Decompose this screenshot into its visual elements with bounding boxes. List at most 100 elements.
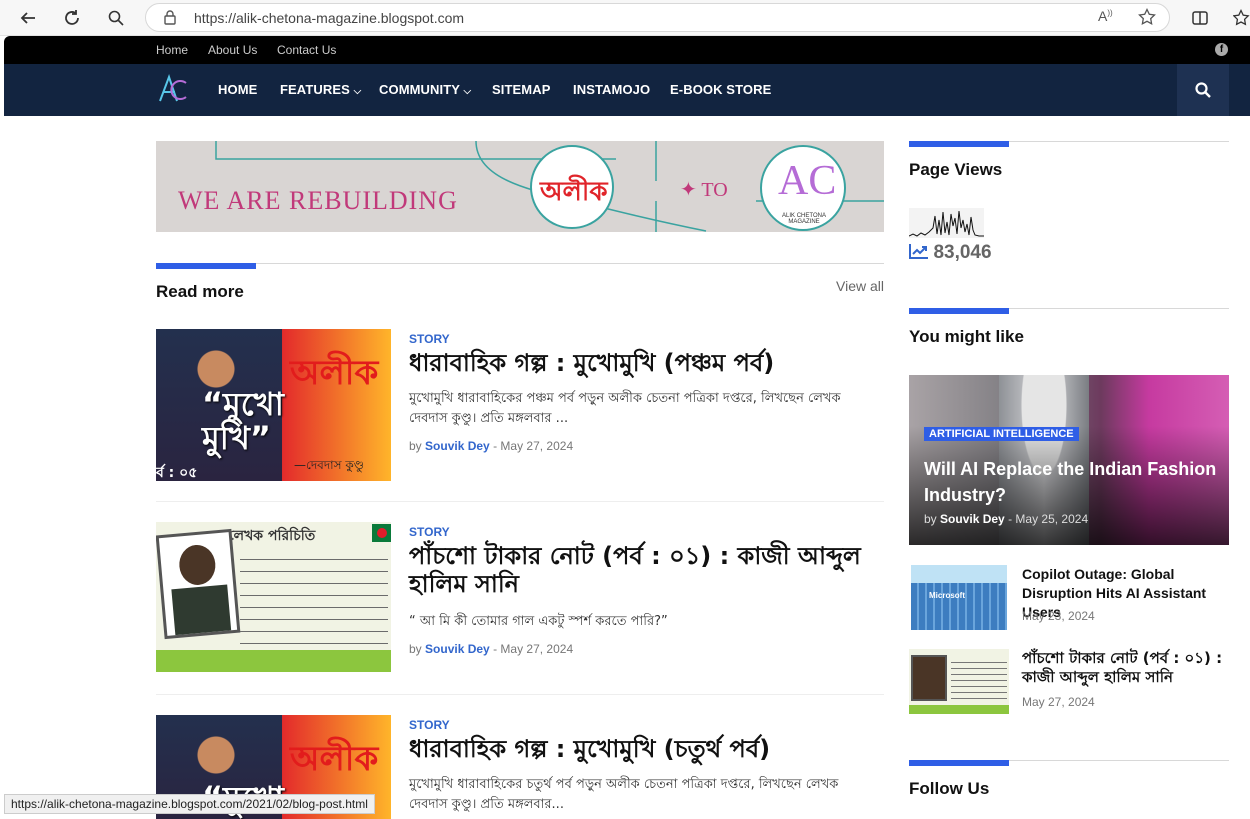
nav-community-label: COMMUNITY bbox=[379, 82, 460, 97]
post-date: May 27, 2024 bbox=[500, 439, 574, 453]
featured-title[interactable]: Will AI Replace the Indian Fashion Indus… bbox=[924, 456, 1219, 508]
thumbnail-author-text: —দেবদাস কুণ্ডু bbox=[294, 458, 364, 472]
banner-text: WE ARE REBUILDING bbox=[178, 186, 458, 215]
related-post-date: May 27, 2024 bbox=[1022, 695, 1095, 709]
related-post-date: May 23, 2024 bbox=[1022, 609, 1095, 623]
post-thumbnail[interactable]: অলীক “মুখো মুখি” —দেবদাস কুণ্ডু র্ব : ০৫ bbox=[156, 329, 391, 481]
post-separator bbox=[156, 694, 884, 695]
topbar-link-home[interactable]: Home bbox=[156, 43, 188, 57]
related-post-item[interactable]: Microsoft Copilot Outage: Global Disrupt… bbox=[909, 565, 1229, 630]
post-author[interactable]: Souvik Dey bbox=[425, 642, 490, 656]
related-post-item[interactable]: পাঁচশো টাকার নোট (পর্ব : ০১) : কাজী আব্দ… bbox=[909, 649, 1229, 714]
thumbnail-logo-text: অলীক bbox=[290, 739, 379, 779]
thumbnail-bio-text bbox=[240, 550, 388, 650]
post-title[interactable]: ধারাবাহিক গল্প : মুখোমুখি (পঞ্চম পর্ব) bbox=[409, 349, 879, 377]
post-meta: by Souvik Dey - May 27, 2024 bbox=[409, 439, 574, 453]
you-might-like-accent bbox=[909, 308, 1009, 314]
topbar-link-contact[interactable]: Contact Us bbox=[277, 43, 336, 57]
featured-by: by bbox=[924, 512, 937, 526]
post-card[interactable]: অলীক “মুখো মুখি” —দেবদাস কুণ্ডু র্ব : ০৫… bbox=[156, 329, 884, 482]
browser-toolbar: https://alik-chetona-magazine.blogspot.c… bbox=[0, 0, 1250, 36]
featured-meta: by Souvik Dey - May 25, 2024 bbox=[924, 512, 1089, 526]
lock-icon[interactable] bbox=[164, 10, 176, 30]
thumbnail-bio-text bbox=[951, 657, 1007, 701]
thumbnail-title-text: “মুখো মুখি” bbox=[202, 385, 284, 457]
post-category[interactable]: STORY bbox=[409, 332, 450, 346]
related-post-title[interactable]: পাঁচশো টাকার নোট (পর্ব : ০১) : কাজী আব্দ… bbox=[1022, 649, 1229, 687]
read-more-title: Read more bbox=[156, 282, 244, 301]
page-views-count: 83,046 bbox=[933, 242, 992, 263]
post-card[interactable]: লেখক পরিচিতি STORY পাঁচশো টাকার নোট (পর্… bbox=[156, 522, 884, 675]
chevron-down-icon: ⌵ bbox=[353, 86, 362, 97]
site-logo[interactable] bbox=[156, 71, 190, 107]
search-icon[interactable] bbox=[104, 6, 128, 30]
address-bar[interactable]: https://alik-chetona-magazine.blogspot.c… bbox=[145, 3, 1170, 32]
page-views-sparkline bbox=[908, 208, 984, 238]
you-might-like-title: You might like bbox=[909, 327, 1024, 346]
banner-to-text: ✦ TO bbox=[680, 179, 728, 201]
chevron-down-icon: ⌵ bbox=[463, 86, 472, 97]
back-icon[interactable] bbox=[16, 6, 40, 30]
post-by: by bbox=[409, 642, 422, 656]
featured-date: May 25, 2024 bbox=[1015, 512, 1089, 526]
featured-category[interactable]: ARTIFICIAL INTELLIGENCE bbox=[924, 427, 1079, 441]
nav-sitemap[interactable]: SITEMAP bbox=[492, 82, 550, 97]
rebuilding-banner[interactable]: WE ARE REBUILDING অলীক ✦ TO AC ALIK CHET… bbox=[156, 141, 884, 232]
split-screen-icon[interactable] bbox=[1188, 6, 1212, 30]
nav-search-button[interactable] bbox=[1177, 64, 1229, 116]
topbar-link-about[interactable]: About Us bbox=[208, 43, 257, 57]
search-icon bbox=[1195, 82, 1211, 98]
trending-up-icon bbox=[909, 244, 928, 259]
post-excerpt: “ আ মি কী তোমার গাল একটু স্পর্শ করতে পার… bbox=[409, 614, 668, 629]
nav-instamojo[interactable]: INSTAMOJO bbox=[573, 82, 650, 97]
favorites-icon[interactable] bbox=[1230, 6, 1250, 30]
nav-features-label: FEATURES bbox=[280, 82, 350, 97]
thumbnail-heading-text: লেখক পরিচিতি bbox=[228, 528, 316, 544]
banner-right-logo-text: AC bbox=[778, 158, 837, 204]
view-all-link[interactable]: View all bbox=[836, 278, 884, 294]
banner-left-logo-text: অলীক bbox=[540, 177, 608, 207]
author-photo bbox=[911, 655, 947, 701]
url-text[interactable]: https://alik-chetona-magazine.blogspot.c… bbox=[194, 10, 464, 26]
featured-post-card[interactable]: ARTIFICIAL INTELLIGENCE Will AI Replace … bbox=[909, 375, 1229, 545]
nav-ebook-store[interactable]: E-BOOK STORE bbox=[670, 82, 771, 97]
post-excerpt: মুখোমুখি ধারাবাহিকের পঞ্চম পর্ব পড়ুন অল… bbox=[409, 391, 841, 426]
favorite-star-icon[interactable] bbox=[1138, 7, 1156, 29]
nav-features[interactable]: FEATURES ⌵ bbox=[280, 82, 361, 97]
nav-home[interactable]: HOME bbox=[218, 82, 257, 97]
page-views-title: Page Views bbox=[909, 160, 1003, 179]
featured-author[interactable]: Souvik Dey bbox=[940, 512, 1005, 526]
read-more-accent bbox=[156, 263, 256, 269]
thumbnail-episode-text: র্ব : ০৫ bbox=[156, 465, 198, 481]
post-title[interactable]: পাঁচশো টাকার নোট (পর্ব : ০১) : কাজী আব্দ… bbox=[409, 542, 879, 598]
follow-us-accent bbox=[909, 760, 1009, 766]
banner-left-logo: অলীক bbox=[530, 145, 614, 229]
follow-us-title: Follow Us bbox=[909, 779, 990, 798]
author-photo bbox=[156, 528, 241, 640]
page-views-counter: 83,046 bbox=[909, 242, 992, 264]
post-date: May 27, 2024 bbox=[500, 642, 574, 656]
post-category[interactable]: STORY bbox=[409, 525, 450, 539]
related-post-thumbnail[interactable] bbox=[909, 649, 1009, 714]
post-by: by bbox=[409, 439, 422, 453]
post-category[interactable]: STORY bbox=[409, 718, 450, 732]
post-author[interactable]: Souvik Dey bbox=[425, 439, 490, 453]
flag-icon bbox=[372, 524, 391, 542]
post-excerpt: মুখোমুখি ধারাবাহিকের চতুর্থ পর্ব পড়ুন অ… bbox=[409, 777, 839, 812]
page-views-accent bbox=[909, 141, 1009, 147]
thumbnail-footer bbox=[156, 650, 391, 672]
banner-right-logo: AC ALIK CHETONA MAGAZINE bbox=[760, 145, 846, 231]
reload-icon[interactable] bbox=[60, 6, 84, 30]
post-title[interactable]: ধারাবাহিক গল্প : মুখোমুখি (চতুর্থ পর্ব) bbox=[409, 735, 879, 763]
facebook-icon[interactable]: f bbox=[1215, 43, 1228, 56]
post-thumbnail[interactable]: লেখক পরিচিতি bbox=[156, 522, 391, 672]
post-separator bbox=[156, 501, 884, 502]
read-more-divider bbox=[156, 263, 884, 264]
read-aloud-icon[interactable]: A)) bbox=[1098, 8, 1113, 24]
microsoft-sign-text: Microsoft bbox=[929, 591, 965, 600]
thumbnail-footer bbox=[909, 705, 1009, 714]
nav-community[interactable]: COMMUNITY ⌵ bbox=[379, 82, 471, 97]
banner-right-logo-sub: ALIK CHETONA MAGAZINE bbox=[782, 213, 826, 225]
link-status-bar: https://alik-chetona-magazine.blogspot.c… bbox=[4, 794, 375, 814]
related-post-thumbnail[interactable]: Microsoft bbox=[911, 565, 1007, 630]
